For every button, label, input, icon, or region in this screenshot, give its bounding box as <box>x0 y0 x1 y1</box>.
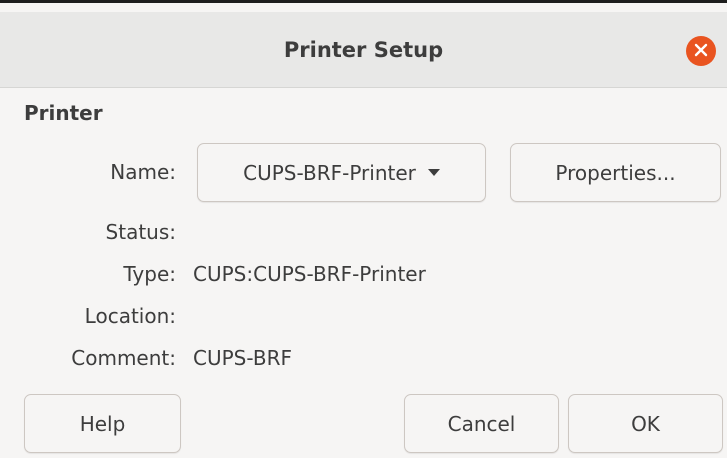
cancel-button[interactable]: Cancel <box>404 394 559 453</box>
type-value: CUPS:CUPS-BRF-Printer <box>193 262 426 286</box>
dialog-title: Printer Setup <box>283 38 444 62</box>
comment-value: CUPS-BRF <box>193 346 292 370</box>
printer-section-title: Printer <box>24 101 103 125</box>
help-button[interactable]: Help <box>24 394 181 453</box>
location-label: Location: <box>84 304 176 328</box>
properties-button[interactable]: Properties... <box>510 143 721 202</box>
type-label: Type: <box>123 262 176 286</box>
close-button[interactable] <box>686 36 716 66</box>
printer-name-value: CUPS-BRF-Printer <box>243 160 416 185</box>
printer-setup-dialog: Printer Setup Printer Name: CUPS-BRF-Pri… <box>0 0 727 458</box>
close-icon <box>694 42 708 61</box>
comment-label: Comment: <box>71 346 176 370</box>
chevron-down-icon <box>427 169 440 176</box>
ok-button[interactable]: OK <box>568 394 723 453</box>
status-label: Status: <box>105 220 176 244</box>
printer-name-dropdown[interactable]: CUPS-BRF-Printer <box>197 143 486 202</box>
titlebar: Printer Setup <box>0 12 727 88</box>
name-label: Name: <box>110 160 176 184</box>
